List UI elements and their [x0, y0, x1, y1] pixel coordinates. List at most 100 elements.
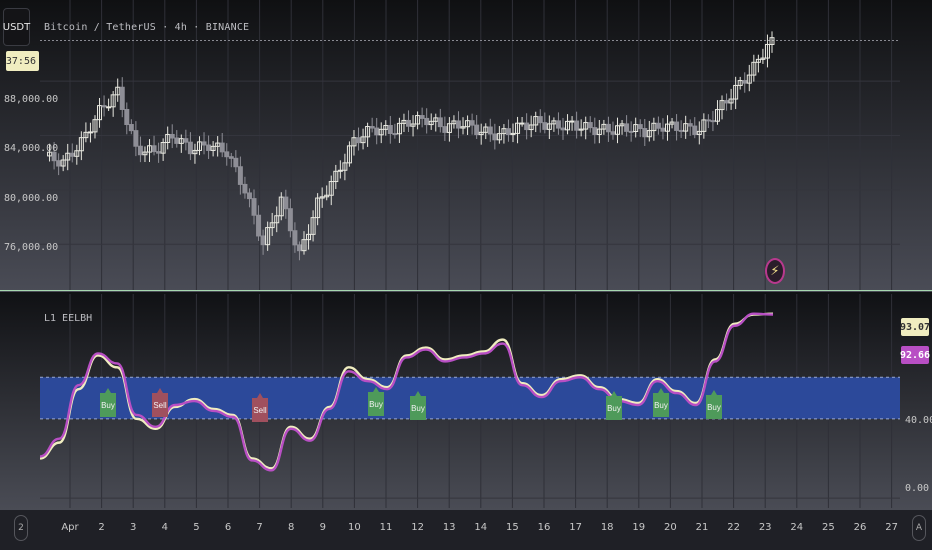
candle-body	[106, 106, 112, 109]
candle-body	[251, 198, 257, 216]
candle-body	[87, 131, 93, 134]
candle-body	[256, 214, 262, 237]
candle-body	[655, 122, 661, 129]
indicator-value-2: 92.66	[900, 346, 930, 364]
time-tick: 11	[379, 522, 393, 533]
price-tick: 84,000.00	[4, 143, 59, 154]
candle-body	[183, 138, 189, 143]
candle-body	[574, 120, 580, 131]
candle-body	[287, 208, 293, 232]
time-tick: 17	[569, 522, 582, 533]
time-tick: 16	[537, 522, 551, 533]
candle-body	[137, 145, 143, 156]
time-tick: 15	[506, 522, 519, 533]
chart-canvas[interactable]: Buy Sell Sell Buy Buy Buy Buy Buy	[0, 0, 932, 550]
time-tick: 22	[727, 522, 740, 533]
price-tick: 76,000.00	[4, 242, 59, 253]
candle-body	[392, 133, 398, 136]
candle-body	[624, 123, 630, 132]
candle-body	[283, 196, 289, 210]
candle-body	[592, 127, 598, 135]
candle-body	[437, 117, 443, 128]
candle-body	[296, 244, 302, 252]
candle-body	[128, 124, 134, 132]
time-tick: 9	[319, 522, 326, 533]
candle-body	[174, 137, 180, 144]
signal-label: Buy	[654, 401, 668, 410]
candle-body	[201, 141, 207, 146]
time-tick: 21	[695, 522, 709, 533]
candle-body	[242, 183, 248, 194]
signal-label: Buy	[607, 404, 621, 413]
signal-label: Buy	[707, 403, 721, 412]
candle-body	[524, 122, 530, 131]
candle-body	[228, 156, 234, 159]
time-tick: 8	[288, 522, 295, 533]
time-tick: 23	[758, 522, 772, 533]
candle-body	[674, 121, 680, 131]
time-tick: 10	[348, 522, 361, 533]
candle-body	[628, 130, 634, 133]
candle-body	[637, 124, 643, 130]
time-tick: Apr	[61, 522, 79, 533]
candle-body	[455, 120, 461, 129]
candle-body	[233, 157, 239, 168]
time-tick: 27	[885, 522, 898, 533]
candle-body	[742, 80, 748, 84]
currency-chip[interactable]: USDT	[3, 8, 30, 46]
candle-body	[555, 120, 561, 129]
time-tick: 20	[664, 522, 677, 533]
time-tick: 26	[853, 522, 867, 533]
candle-body	[487, 126, 493, 135]
candle-body	[605, 123, 611, 133]
symbol-title[interactable]: Bitcoin / TetherUS · 4h · BINANCE	[44, 22, 249, 33]
time-tick: 7	[256, 522, 263, 533]
candle-body	[187, 141, 193, 155]
candle-body	[246, 192, 252, 200]
signal-label: Buy	[101, 401, 115, 410]
chart-window: Buy Sell Sell Buy Buy Buy Buy Buy USDT 37:56 Bi…	[0, 0, 932, 550]
candle-body	[542, 122, 548, 130]
candle-body	[505, 128, 511, 136]
candle-body	[69, 152, 75, 157]
signal-label: Buy	[411, 404, 425, 413]
candle-body	[424, 117, 430, 126]
candle-body	[101, 105, 107, 108]
indicator-tick: 0.00	[905, 483, 930, 494]
candle-body	[442, 126, 448, 133]
candle-body	[678, 129, 684, 132]
candle-body	[406, 119, 411, 127]
candle-body	[519, 122, 525, 125]
candle-body	[260, 235, 266, 246]
candle-body	[642, 128, 648, 138]
candle-body	[537, 116, 543, 124]
time-tick: 18	[600, 522, 614, 533]
candle-body	[610, 131, 616, 135]
time-tick: 2	[98, 522, 105, 533]
signal-label: Buy	[369, 400, 383, 409]
candle-body	[369, 126, 375, 129]
indicator-title[interactable]: L1 EELBH	[44, 313, 92, 324]
candle-body	[587, 122, 593, 129]
candle-body	[660, 127, 666, 132]
candle-body	[151, 145, 157, 153]
signal-label: Sell	[253, 406, 267, 415]
time-tick: 13	[442, 522, 456, 533]
candle-body	[492, 133, 498, 141]
candle-body	[692, 125, 698, 135]
candle-body	[469, 120, 475, 126]
candle-body	[292, 230, 298, 246]
time-tick: 25	[822, 522, 835, 533]
candle-body	[474, 124, 480, 136]
lightning-bolt-icon[interactable]: ⚡	[765, 258, 785, 284]
scroll-left-button[interactable]: 2	[14, 515, 28, 541]
candle-body	[219, 142, 225, 153]
candle-body	[419, 115, 425, 119]
price-tick: 80,000.00	[4, 193, 59, 204]
scroll-right-button[interactable]: A	[912, 515, 926, 541]
candle-body	[560, 127, 566, 131]
indicator-tick: 40.00	[905, 415, 932, 426]
time-tick: 12	[411, 522, 424, 533]
time-tick: 24	[790, 522, 804, 533]
time-tick: 3	[130, 522, 137, 533]
